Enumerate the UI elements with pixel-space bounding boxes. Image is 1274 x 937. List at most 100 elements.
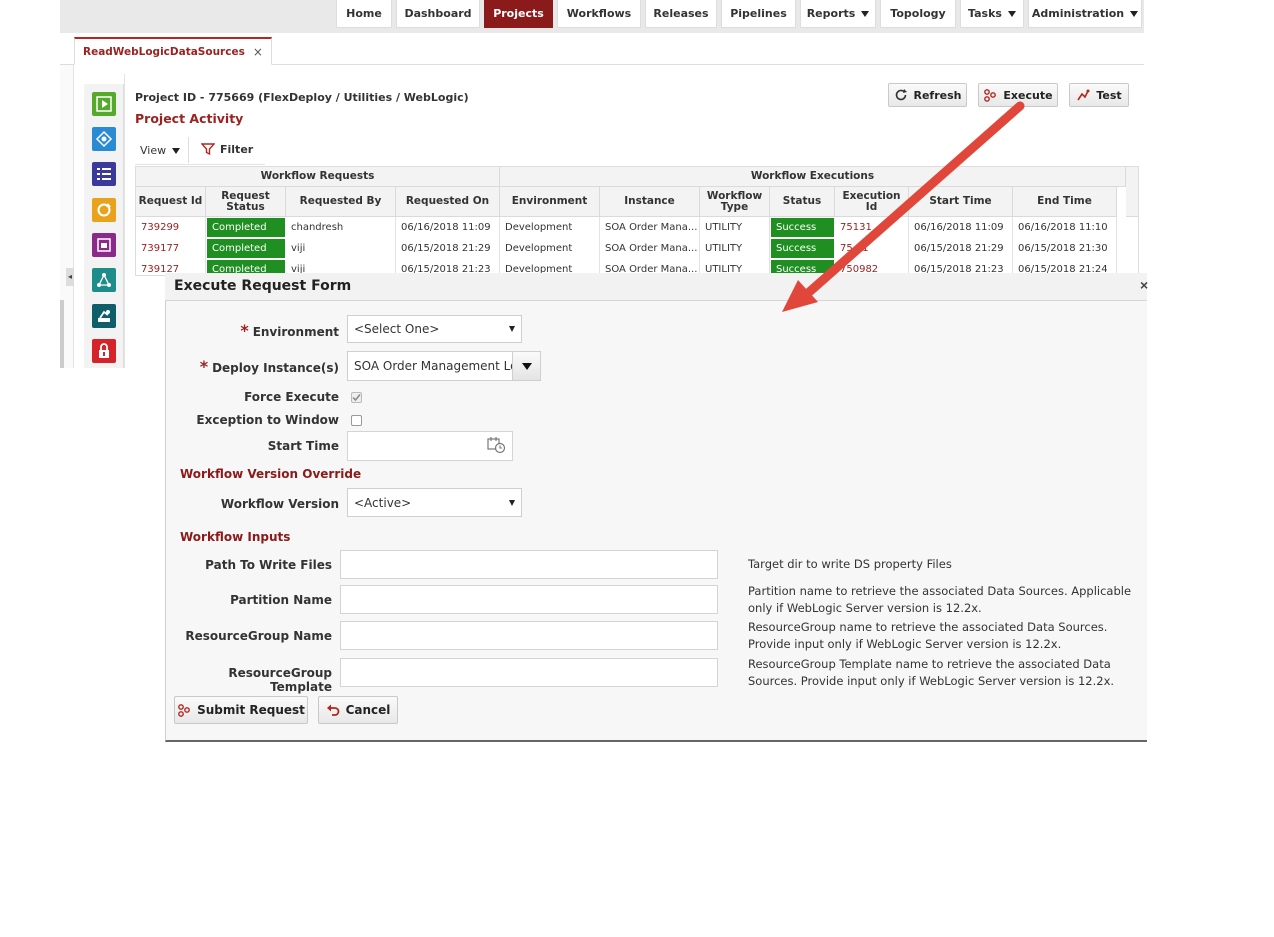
execute-icon[interactable] (92, 92, 116, 116)
view-menu[interactable]: View (140, 144, 181, 157)
nav-tab-topology[interactable]: Topology (880, 0, 956, 28)
force-execute-label: Force Execute (244, 390, 339, 404)
list-icon[interactable] (92, 162, 116, 186)
toolbar-divider (188, 137, 189, 163)
column-header[interactable]: End Time (1013, 187, 1117, 217)
column-header[interactable]: Requested By (286, 187, 396, 217)
close-icon[interactable]: × (1140, 277, 1148, 293)
nav-tab-tasks[interactable]: Tasks (960, 0, 1024, 28)
environment-label-text: Environment (252, 325, 339, 339)
execute-nodes-icon (984, 89, 997, 102)
environment-value: <Select One> (354, 322, 440, 336)
report-icon[interactable] (92, 233, 116, 257)
resourcegroup-name-input[interactable] (340, 621, 718, 650)
deploy-instances-dropdown-button[interactable] (512, 351, 541, 381)
chevron-down-icon (1130, 10, 1139, 17)
request-id-link[interactable]: 739177 (136, 238, 206, 259)
collapse-panel-handle[interactable]: ◂ (66, 268, 74, 286)
workflow-icon[interactable] (92, 127, 116, 151)
refresh-button[interactable]: Refresh (888, 83, 967, 107)
checkmark-icon (352, 394, 361, 402)
submit-request-button[interactable]: Submit Request (174, 696, 308, 724)
column-header[interactable]: Requested On (396, 187, 500, 217)
cancel-button[interactable]: Cancel (318, 696, 398, 724)
exception-to-window-checkbox[interactable] (351, 415, 362, 426)
deploy-instances-input[interactable]: SOA Order Management Loca (347, 351, 513, 381)
end-time: 06/15/2018 21:30 (1013, 238, 1117, 259)
environment-select[interactable]: <Select One> (347, 315, 522, 343)
sync-icon[interactable] (92, 198, 116, 222)
deploy-instances-label: * Deploy Instance(s) (180, 357, 339, 376)
environment-label: * Environment (180, 321, 339, 340)
nav-tab-pipelines[interactable]: Pipelines (721, 0, 796, 28)
nav-tab-projects[interactable]: Projects (484, 0, 553, 28)
deploy-instances-label-text: Deploy Instance(s) (212, 361, 339, 375)
status-badge: Success (770, 238, 835, 259)
left-scroll-edge (60, 300, 64, 368)
resourcegroup-template-input[interactable] (340, 658, 718, 687)
start-time-label: Start Time (267, 439, 339, 453)
cancel-label: Cancel (345, 703, 391, 717)
nav-tab-label: Releases (653, 7, 709, 20)
workflow-version-select[interactable]: <Active> (347, 488, 522, 517)
request-id-link[interactable]: 739299 (136, 217, 206, 238)
project-id-line: Project ID - 775669 (FlexDeploy / Utilit… (135, 91, 469, 104)
workflow-type: UTILITY (700, 217, 770, 238)
resourcegroup-name-hint: ResourceGroup name to retrieve the assoc… (748, 620, 1108, 651)
view-label: View (140, 144, 167, 157)
column-header[interactable]: Request Status (206, 187, 286, 217)
column-header[interactable]: Start Time (909, 187, 1013, 217)
execute-button[interactable]: Execute (978, 83, 1058, 107)
execution-id-link[interactable]: 75 01 (835, 238, 909, 259)
topology-icon[interactable] (92, 268, 116, 292)
test-icon (1077, 89, 1090, 101)
status-badge: Completed (206, 238, 286, 259)
path-to-write-files-input[interactable] (340, 550, 718, 579)
nav-tab-releases[interactable]: Releases (645, 0, 717, 28)
execution-id-link[interactable]: 75131 (835, 217, 909, 238)
workflow-version-override-heading: Workflow Version Override (180, 467, 362, 481)
start-time: 06/15/2018 21:29 (909, 238, 1013, 259)
column-header[interactable]: Status (770, 187, 835, 217)
table-row[interactable]: 739299 Completed chandresh 06/16/2018 11… (136, 217, 1138, 238)
nav-tab-dashboard[interactable]: Dashboard (396, 0, 480, 28)
dropdown-arrow-icon (509, 499, 515, 506)
dropdown-arrow-icon (509, 326, 515, 332)
doc-tab-readweblogicdatasources[interactable]: ReadWebLogicDataSources × (74, 37, 272, 65)
nav-tab-reports[interactable]: Reports (800, 0, 876, 28)
group-header-executions: Workflow Executions (500, 167, 1126, 187)
column-header[interactable]: Instance (600, 187, 700, 217)
submit-request-label: Submit Request (197, 703, 305, 717)
column-header[interactable]: Workflow Type (700, 187, 770, 217)
workflow-type: UTILITY (700, 238, 770, 259)
nav-tab-home[interactable]: Home (336, 0, 392, 28)
partition-name-input[interactable] (340, 585, 718, 614)
activity-table: Workflow Requests Workflow Executions Re… (135, 166, 1139, 276)
column-header[interactable]: Request Id (136, 187, 206, 217)
status-badge: Completed (206, 217, 286, 238)
lock-icon[interactable] (92, 339, 116, 363)
close-icon[interactable]: × (253, 45, 263, 59)
doc-tab-label: ReadWebLogicDataSources (83, 45, 245, 58)
nav-tab-label: Dashboard (404, 7, 472, 20)
path-to-write-files-label: Path To Write Files (205, 558, 332, 572)
deploy-icon[interactable] (92, 304, 116, 328)
workflow-version-label: Workflow Version (220, 497, 339, 511)
undo-icon (326, 704, 339, 716)
chevron-down-icon (521, 362, 532, 370)
refresh-icon (895, 89, 907, 101)
required-asterisk: * (199, 357, 209, 376)
grid-scroll-header (1126, 167, 1138, 217)
calendar-icon[interactable] (487, 436, 507, 457)
nav-tab-administration[interactable]: Administration (1028, 0, 1142, 28)
force-execute-checkbox[interactable] (351, 392, 362, 403)
nav-tab-workflows[interactable]: Workflows (557, 0, 641, 28)
requested-by: viji (286, 238, 396, 259)
test-button[interactable]: Test (1069, 83, 1129, 107)
column-header[interactable]: Execution Id (835, 187, 909, 217)
refresh-label: Refresh (913, 88, 962, 102)
filter-button[interactable]: Filter (201, 142, 253, 156)
environment: Development (500, 238, 600, 259)
table-row[interactable]: 739177 Completed viji 06/15/2018 21:29 D… (136, 238, 1138, 259)
column-header[interactable]: Environment (500, 187, 600, 217)
